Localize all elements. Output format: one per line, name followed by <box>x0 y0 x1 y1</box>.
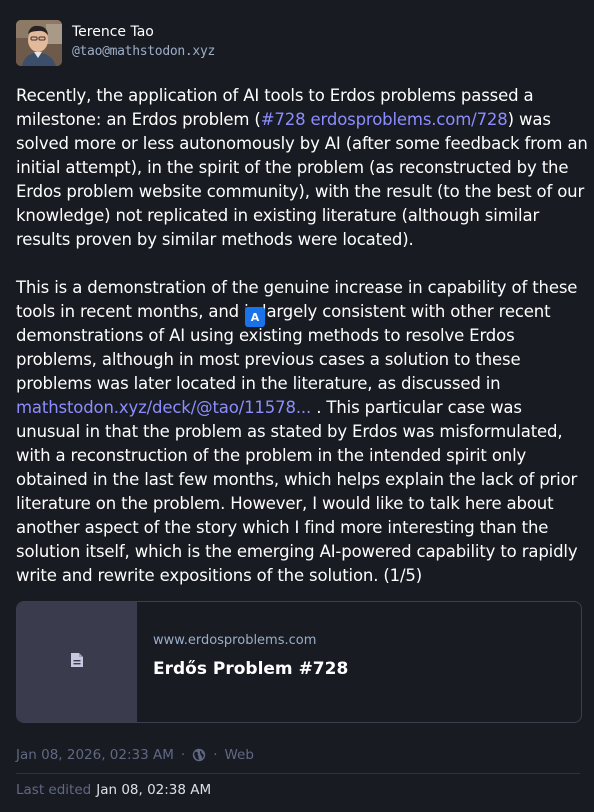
paragraph-2: This is a demonstration of the genuine i… <box>16 276 588 588</box>
edit-history[interactable]: Last edited Jan 08, 02:38 AM <box>16 780 211 800</box>
paragraph-1-text-b: ) was solved more or less autonomously b… <box>16 110 588 249</box>
post-application: Web <box>224 747 254 763</box>
meta-separator: · <box>180 747 186 763</box>
paragraph-2-text-b: . This particular case was unusual in th… <box>16 398 578 585</box>
meta-separator-2: · <box>213 747 218 763</box>
author-names: Terence Tao @tao@mathstodon.xyz <box>72 20 215 62</box>
post-content: Recently, the application of AI tools to… <box>16 84 588 612</box>
document-icon <box>70 652 84 672</box>
post-meta: Jan 08, 2026, 02:33 AM · · Web <box>16 745 254 765</box>
avatar[interactable] <box>16 20 62 66</box>
card-body: www.erdosproblems.com Erdős Problem #728 <box>137 602 364 722</box>
edited-time: Jan 08, 02:38 AM <box>96 782 212 798</box>
meta-divider <box>16 773 580 774</box>
card-thumbnail <box>17 602 137 722</box>
display-name[interactable]: Terence Tao <box>72 22 215 42</box>
translate-icon[interactable]: A <box>245 307 265 327</box>
card-domain: www.erdosproblems.com <box>153 633 317 648</box>
card-title[interactable]: Erdős Problem #728 <box>153 658 348 680</box>
link-preview-card[interactable]: www.erdosproblems.com Erdős Problem #728 <box>16 601 582 723</box>
translate-glyph: A <box>250 310 260 324</box>
post-header: Terence Tao @tao@mathstodon.xyz <box>16 20 215 68</box>
edited-label: Last edited <box>16 782 92 798</box>
globe-icon <box>192 748 206 762</box>
post-timestamp[interactable]: Jan 08, 2026, 02:33 AM <box>16 747 174 763</box>
account-handle[interactable]: @tao@mathstodon.xyz <box>72 42 215 62</box>
paragraph-2-text-a: This is a demonstration of the genuine i… <box>16 278 578 393</box>
paragraph-1: Recently, the application of AI tools to… <box>16 84 588 252</box>
hashtag-link[interactable]: #728 <box>261 110 306 129</box>
erdosproblems-link[interactable]: erdosproblems.com/728 <box>311 110 508 129</box>
status-post: Terence Tao @tao@mathstodon.xyz Recently… <box>0 0 594 812</box>
mathstodon-link[interactable]: mathstodon.xyz/deck/@tao/11578... <box>16 398 311 417</box>
